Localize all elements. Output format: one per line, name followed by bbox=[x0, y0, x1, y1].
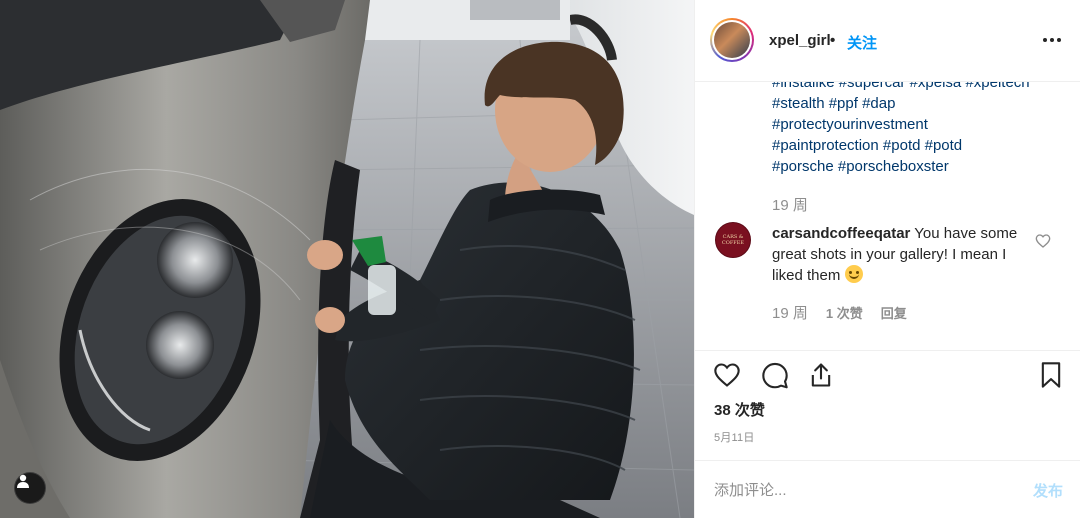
comment-timestamp[interactable]: 19 周 bbox=[772, 302, 808, 323]
smiling-face-emoji-icon bbox=[844, 265, 863, 283]
post-detail-panel: #instalike #supercar #xpelsa #xpeltech #… bbox=[694, 0, 1080, 518]
comment-bubble-icon[interactable] bbox=[761, 361, 789, 389]
more-options-icon[interactable] bbox=[1043, 32, 1063, 48]
comment: carsandcoffeeqatar You have some great s… bbox=[772, 223, 1028, 286]
like-heart-icon[interactable] bbox=[713, 361, 741, 389]
comments-scroll-area[interactable]: #instalike #supercar #xpelsa #xpeltech #… bbox=[695, 60, 1080, 350]
hashtag-line[interactable]: #stealth #ppf #dap bbox=[772, 93, 1062, 114]
separator-dot: • bbox=[830, 32, 836, 49]
action-bar bbox=[695, 350, 1080, 398]
author-avatar[interactable] bbox=[710, 18, 754, 62]
hashtag-line[interactable]: #protectyourinvestment bbox=[772, 114, 1062, 135]
post-date[interactable]: 5月11日 bbox=[714, 429, 755, 445]
commenter-avatar-logo-text: CARS & COFFEE bbox=[721, 234, 745, 246]
comment-like-heart-icon[interactable] bbox=[1035, 233, 1051, 249]
commenter-avatar[interactable]: CARS & COFFEE bbox=[715, 222, 751, 258]
add-comment-box: 发布 bbox=[695, 460, 1080, 518]
share-icon[interactable] bbox=[807, 361, 835, 389]
add-comment-input[interactable] bbox=[714, 479, 1014, 501]
commenter-username[interactable]: carsandcoffeeqatar bbox=[772, 225, 910, 242]
hashtag-line[interactable]: #porsche #porscheboxster bbox=[772, 156, 1062, 177]
post-comment-button[interactable]: 发布 bbox=[1033, 480, 1063, 501]
caption-timestamp[interactable]: 19 周 bbox=[772, 194, 808, 215]
caption-hashtags: #instalike #supercar #xpelsa #xpeltech #… bbox=[772, 72, 1062, 177]
post-header: xpel_girl • 关注 bbox=[695, 0, 1080, 82]
author-avatar-image bbox=[714, 22, 750, 58]
reply-button[interactable]: 回复 bbox=[881, 303, 907, 322]
comment-likes-count[interactable]: 1 次赞 bbox=[826, 303, 863, 322]
tagged-users-icon[interactable] bbox=[14, 472, 46, 504]
photo-illustration bbox=[0, 0, 694, 518]
post-likes-count[interactable]: 38 次赞 bbox=[714, 399, 765, 420]
hashtag-line[interactable]: #paintprotection #potd #potd bbox=[772, 135, 1062, 156]
author-username[interactable]: xpel_girl bbox=[769, 32, 831, 49]
follow-button[interactable]: 关注 bbox=[847, 32, 877, 53]
comment-meta: 19 周 1 次赞 回复 bbox=[772, 302, 907, 323]
save-bookmark-icon[interactable] bbox=[1037, 361, 1065, 389]
post-photo[interactable] bbox=[0, 0, 694, 518]
